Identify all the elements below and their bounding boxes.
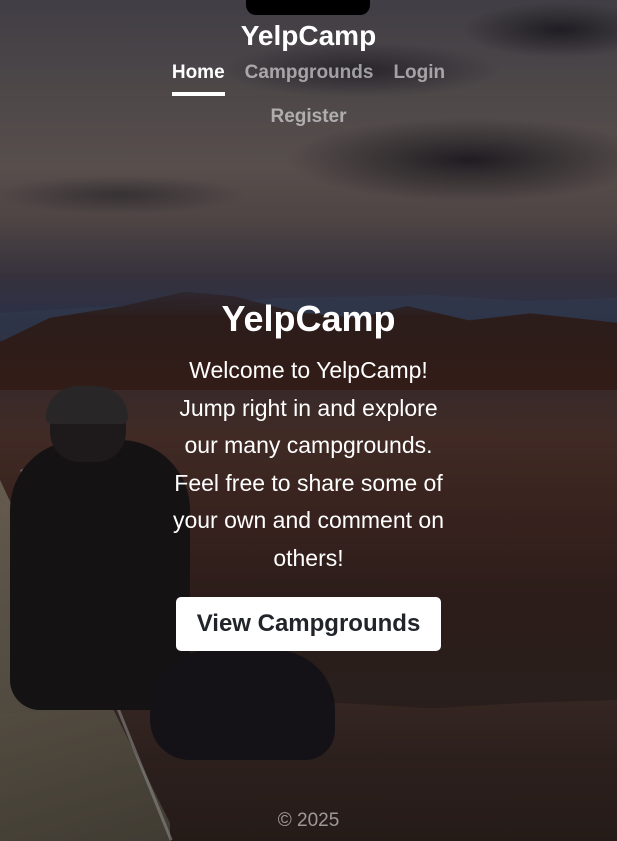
hero-description: Welcome to YelpCamp! Jump right in and e…: [159, 352, 459, 577]
hero-line: Feel free to share some of: [174, 469, 443, 496]
hero-line: others!: [273, 544, 344, 571]
brand-title: YelpCamp: [240, 20, 377, 51]
nav-login-link[interactable]: Login: [393, 60, 445, 96]
hero-section: YelpCamp Welcome to YelpCamp! Jump right…: [0, 296, 617, 651]
nav-row-primary: Home Campgrounds Login: [0, 60, 617, 96]
copyright-text: © 2025: [277, 810, 340, 831]
hero-line: our many campgrounds.: [184, 432, 433, 458]
main-nav: Home Campgrounds Login Register: [0, 60, 617, 136]
nav-row-secondary: Register: [0, 104, 617, 136]
site-header: YelpCamp Home Campgrounds Login Register: [0, 18, 617, 136]
site-footer: © 2025: [0, 810, 617, 832]
nav-home-link[interactable]: Home: [171, 60, 225, 96]
hero-line: Jump right in and explore: [179, 394, 438, 421]
camera-notch: [246, 0, 370, 15]
view-campgrounds-button[interactable]: View Campgrounds: [175, 597, 442, 651]
hero-line: your own and comment on: [172, 507, 445, 533]
landing-page: YelpCamp Home Campgrounds Login Register…: [0, 0, 617, 841]
nav-register-link[interactable]: Register: [270, 104, 346, 136]
nav-campgrounds-link[interactable]: Campgrounds: [245, 60, 374, 96]
hero-line: Welcome to YelpCamp!: [189, 357, 428, 383]
hero-title: YelpCamp: [221, 298, 396, 339]
